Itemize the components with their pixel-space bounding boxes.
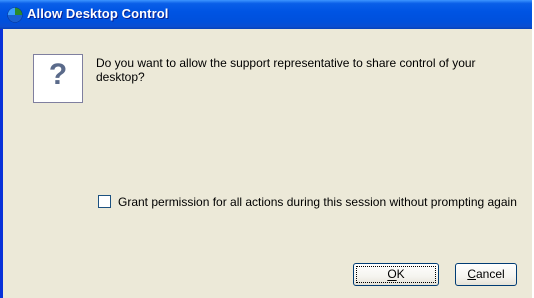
ok-button-label: OK [387, 267, 405, 281]
allow-desktop-control-dialog: Allow Desktop Control ? Do you want to a… [0, 0, 532, 298]
cancel-button[interactable]: Cancel [455, 263, 517, 286]
grant-permission-checkbox[interactable] [98, 195, 111, 208]
ok-button[interactable]: OK [353, 263, 439, 286]
app-globe-icon [7, 7, 23, 23]
window-title: Allow Desktop Control [27, 6, 169, 21]
cancel-button-label: Cancel [467, 267, 505, 281]
grant-permission-label[interactable]: Grant permission for all actions during … [118, 195, 518, 209]
question-mark-glyph: ? [48, 58, 68, 91]
title-bar[interactable]: Allow Desktop Control [0, 0, 532, 29]
dialog-message: Do you want to allow the support represe… [96, 56, 476, 84]
question-icon: ? [33, 54, 83, 103]
